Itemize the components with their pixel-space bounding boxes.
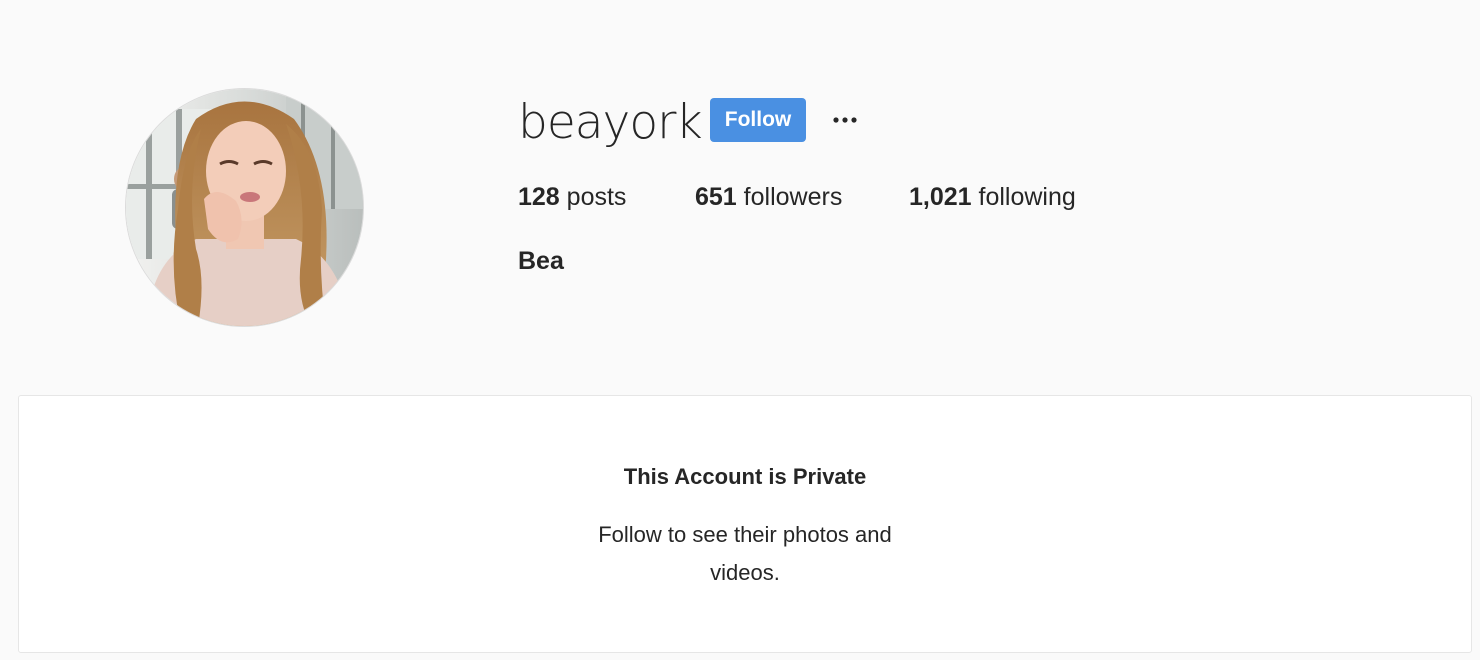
followers-count: 651 [695,183,737,211]
follow-button[interactable]: Follow [710,98,806,142]
more-options-button[interactable] [829,104,861,136]
followers-label: followers [743,183,843,211]
posts-label: posts [566,183,627,211]
profile-avatar[interactable] [126,89,363,326]
private-title: This Account is Private [623,464,867,489]
following-count: 1,021 [909,183,972,211]
ellipsis-icon [833,117,857,123]
username: beayork [518,95,703,150]
followers-stat[interactable]: 651 followers [695,180,842,214]
avatar-photo [126,89,363,326]
private-account-notice: This Account is Private Follow to see th… [18,395,1472,653]
following-stat[interactable]: 1,021 following [909,180,1076,214]
posts-count: 128 [518,183,560,211]
private-message: Follow to see their photos and videos. [598,522,892,585]
following-label: following [978,183,1076,211]
posts-stat: 128 posts [518,180,626,214]
full-name: Bea [518,247,564,275]
